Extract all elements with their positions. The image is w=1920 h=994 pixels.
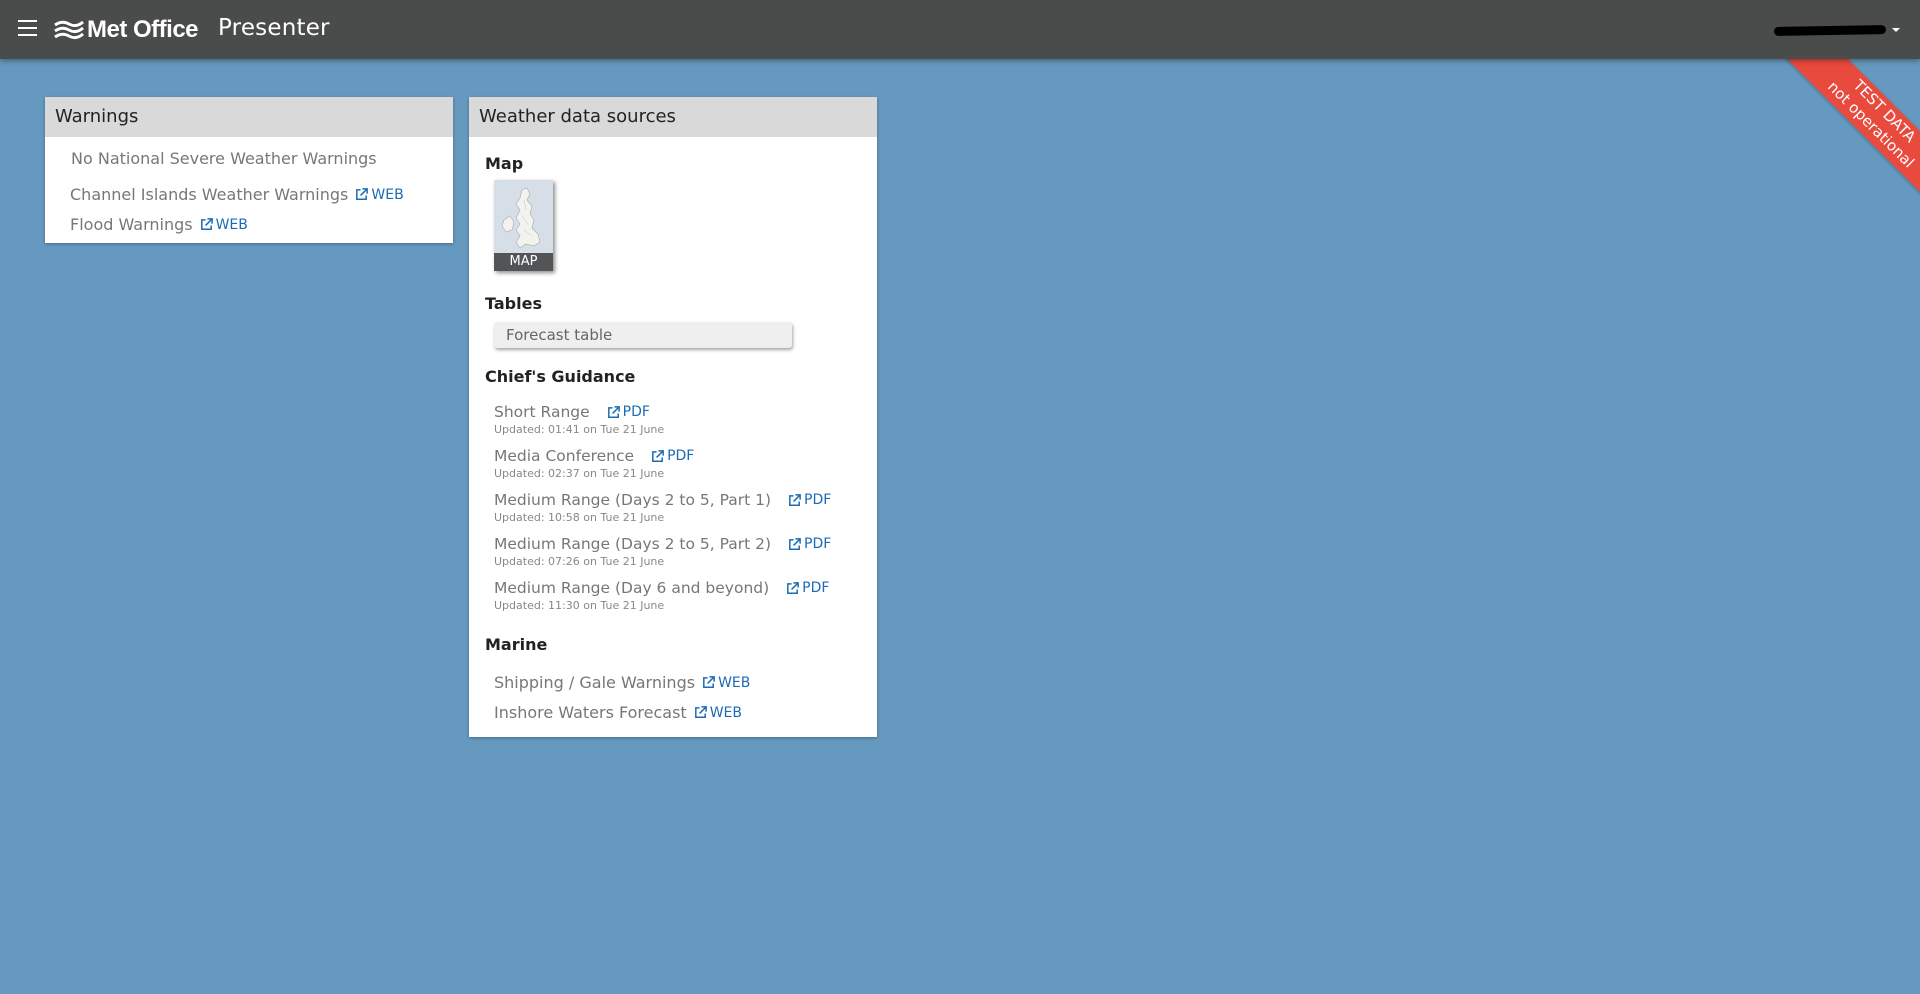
flood-warnings-web-link[interactable]: WEB — [199, 217, 248, 233]
external-link-icon — [652, 449, 664, 462]
flood-warnings-web-label: WEB — [215, 216, 248, 233]
inshore-waters-forecast-row: Inshore Waters Forecast WEB — [494, 703, 742, 722]
web-label: WEB — [709, 704, 742, 721]
pdf-label: PDF — [667, 448, 695, 464]
guidance-updated-time: Updated: 02:37 on Tue 21 June — [494, 467, 665, 480]
pdf-label: PDF — [804, 492, 832, 508]
inshore-waters-forecast-label: Inshore Waters Forecast — [494, 703, 687, 722]
hamburger-menu-icon[interactable] — [16, 20, 40, 40]
medium-range-part-2-pdf-link[interactable]: PDF — [787, 536, 831, 552]
shipping-gale-warnings-label: Shipping / Gale Warnings — [494, 673, 696, 692]
pdf-label: PDF — [804, 536, 832, 552]
flood-warnings-row: Flood Warnings WEB — [70, 215, 248, 234]
map-thumbnail[interactable]: MAP — [494, 180, 553, 271]
guidance-updated-time: Updated: 11:30 on Tue 21 June — [494, 599, 665, 612]
warnings-panel: Warnings No National Severe Weather Warn… — [45, 97, 453, 243]
external-link-icon — [356, 188, 369, 200]
pdf-label: PDF — [802, 580, 830, 596]
app-title: Presenter — [218, 15, 330, 41]
inshore-waters-web-link[interactable]: WEB — [693, 705, 742, 721]
flood-warnings-label: Flood Warnings — [70, 215, 193, 234]
guidance-item-short-range: Short Range PDF Updated: 01:41 on Tue 21… — [494, 402, 664, 436]
short-range-pdf-link[interactable]: PDF — [606, 404, 650, 420]
guidance-item-medium-range-part-1: Medium Range (Days 2 to 5, Part 1) PDF U… — [494, 490, 831, 524]
channel-islands-web-link[interactable]: WEB — [354, 186, 404, 203]
external-link-icon — [789, 537, 801, 550]
top-bar: Met Office Presenter — [0, 0, 1920, 59]
shipping-gale-warnings-web-link[interactable]: WEB — [701, 675, 750, 691]
external-link-icon — [789, 493, 801, 506]
guidance-updated-time: Updated: 07:26 on Tue 21 June — [494, 555, 665, 568]
weather-data-sources-panel: Weather data sources Map MAP Tables Fore… — [469, 97, 877, 737]
channel-islands-warnings-row: Channel Islands Weather Warnings WEB — [70, 185, 404, 204]
met-office-logo[interactable]: Met Office — [54, 14, 199, 46]
weather-data-sources-title: Weather data sources — [469, 97, 877, 137]
tables-section-heading: Tables — [485, 294, 542, 313]
media-conference-pdf-link[interactable]: PDF — [650, 448, 694, 464]
ribbon-banner: TEST DATA not operational — [1780, 59, 1920, 209]
test-data-ribbon: TEST DATA not operational — [1770, 59, 1920, 209]
guidance-updated-time: Updated: 10:58 on Tue 21 June — [494, 511, 665, 524]
map-section-heading: Map — [485, 154, 524, 173]
redacted-username — [1773, 24, 1887, 36]
guidance-item-medium-range-part-2: Medium Range (Days 2 to 5, Part 2) PDF U… — [494, 534, 831, 568]
guidance-title: Medium Range (Days 2 to 5, Part 1) — [494, 491, 772, 509]
guidance-item-medium-range-day-6: Medium Range (Day 6 and beyond) PDF Upda… — [494, 578, 829, 612]
shipping-gale-warnings-row: Shipping / Gale Warnings WEB — [494, 673, 750, 692]
medium-range-day-6-pdf-link[interactable]: PDF — [785, 580, 829, 596]
external-link-icon — [607, 405, 620, 418]
chiefs-guidance-heading: Chief's Guidance — [485, 367, 636, 386]
met-office-waves-icon — [54, 20, 84, 40]
marine-section-heading: Marine — [485, 635, 548, 654]
pdf-label: PDF — [622, 404, 650, 420]
map-thumbnail-label: MAP — [494, 253, 553, 271]
channel-islands-warnings-label: Channel Islands Weather Warnings — [70, 185, 349, 204]
guidance-title: Medium Range (Day 6 and beyond) — [494, 579, 770, 597]
web-label: WEB — [718, 674, 751, 691]
national-warnings-status: No National Severe Weather Warnings — [71, 149, 377, 168]
external-link-icon — [694, 706, 707, 718]
guidance-item-media-conference: Media Conference PDF Updated: 02:37 on T… — [494, 446, 694, 480]
external-link-icon — [787, 581, 800, 594]
caret-down-icon — [1892, 28, 1900, 32]
guidance-title: Short Range — [494, 403, 590, 421]
user-menu[interactable] — [1773, 18, 1900, 42]
guidance-title: Medium Range (Days 2 to 5, Part 2) — [494, 535, 772, 553]
brand-name: Met Office — [87, 16, 199, 43]
medium-range-part-1-pdf-link[interactable]: PDF — [787, 492, 831, 508]
external-link-icon — [200, 218, 213, 230]
guidance-updated-time: Updated: 01:41 on Tue 21 June — [494, 423, 665, 436]
channel-islands-web-label: WEB — [371, 186, 404, 203]
warnings-panel-title: Warnings — [45, 97, 453, 137]
guidance-title: Media Conference — [494, 447, 635, 465]
forecast-table-button[interactable]: Forecast table — [494, 322, 792, 348]
external-link-icon — [703, 676, 715, 688]
